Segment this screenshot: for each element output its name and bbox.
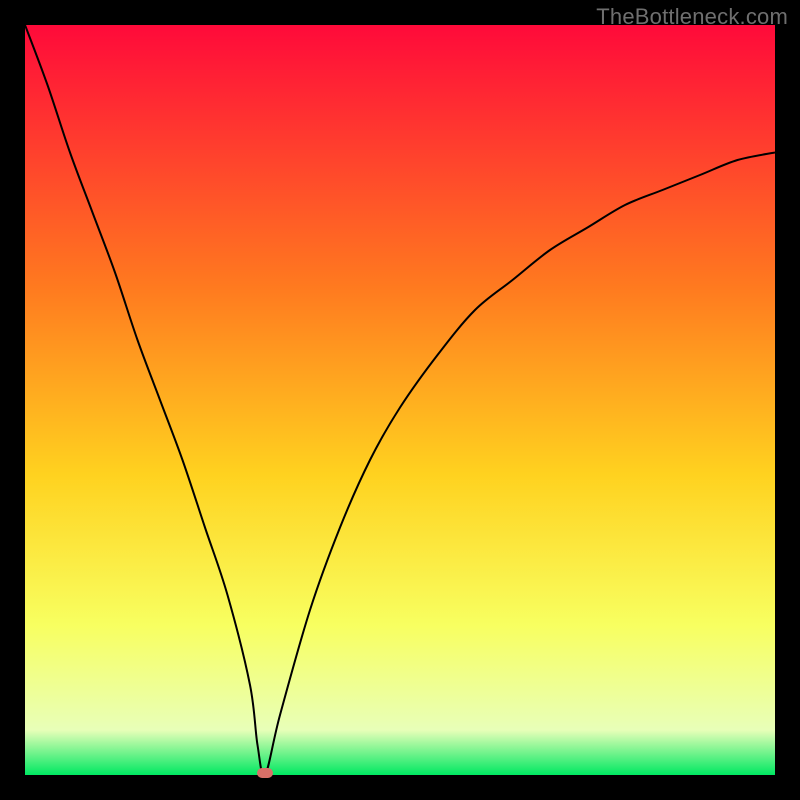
optimal-marker	[257, 768, 273, 778]
plot-area	[25, 25, 775, 775]
gradient-background	[25, 25, 775, 775]
chart-frame: TheBottleneck.com	[0, 0, 800, 800]
watermark-text: TheBottleneck.com	[596, 4, 788, 30]
chart-svg	[25, 25, 775, 775]
